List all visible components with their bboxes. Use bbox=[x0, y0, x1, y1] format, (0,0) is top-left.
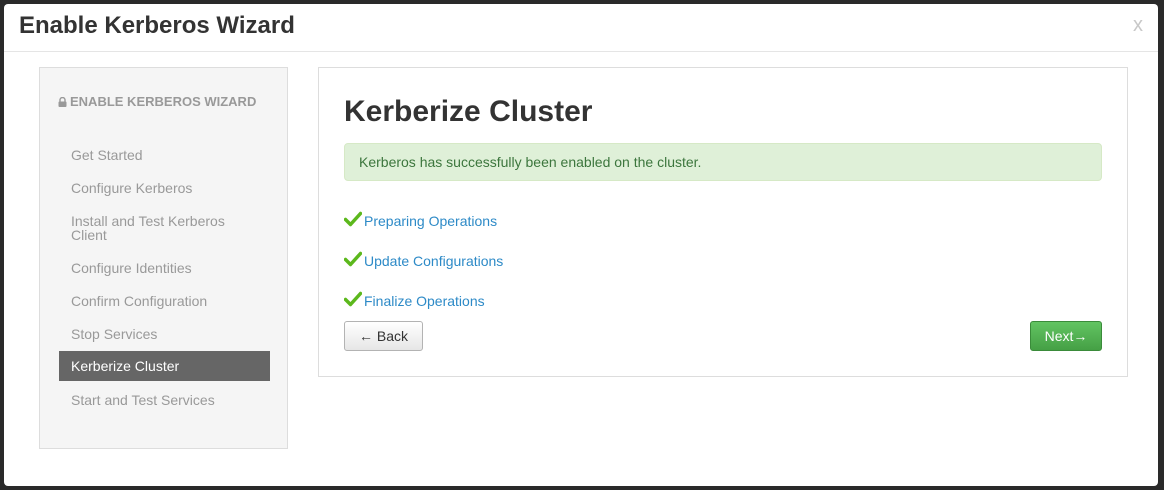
step-configure-kerberos[interactable]: Configure Kerberos bbox=[59, 181, 270, 195]
lock-icon bbox=[58, 97, 67, 107]
page-title: Kerberize Cluster bbox=[344, 95, 593, 128]
step-confirm-configuration[interactable]: Confirm Configuration bbox=[59, 294, 270, 308]
modal-title: Enable Kerberos Wizard bbox=[19, 12, 295, 39]
check-icon bbox=[344, 211, 362, 227]
operation-item: Finalize Operations bbox=[344, 291, 485, 311]
step-install-test-client[interactable]: Install and Test Kerberos Client bbox=[59, 214, 270, 242]
operation-item: Preparing Operations bbox=[344, 211, 497, 231]
sidebar-header: ENABLE KERBEROS WIZARD bbox=[58, 92, 258, 112]
close-button[interactable]: x bbox=[1133, 14, 1143, 37]
operation-item: Update Configurations bbox=[344, 251, 503, 271]
step-get-started[interactable]: Get Started bbox=[59, 148, 270, 162]
operation-link-preparing[interactable]: Preparing Operations bbox=[364, 213, 497, 229]
check-icon bbox=[344, 291, 362, 307]
wizard-modal: Enable Kerberos Wizard x ENABLE KERBEROS… bbox=[4, 4, 1158, 486]
operation-link-finalize[interactable]: Finalize Operations bbox=[364, 293, 485, 309]
check-icon bbox=[344, 251, 362, 267]
step-content: Kerberize Cluster Kerberos has successfu… bbox=[318, 67, 1128, 377]
success-alert: Kerberos has successfully been enabled o… bbox=[344, 143, 1102, 181]
wizard-sidebar: ENABLE KERBEROS WIZARD Get Started Confi… bbox=[39, 67, 288, 449]
operation-link-update[interactable]: Update Configurations bbox=[364, 253, 503, 269]
step-kerberize-cluster[interactable]: Kerberize Cluster bbox=[59, 351, 270, 381]
next-button[interactable]: Next→ bbox=[1030, 321, 1102, 351]
step-configure-identities[interactable]: Configure Identities bbox=[59, 261, 270, 275]
step-stop-services[interactable]: Stop Services bbox=[59, 327, 270, 341]
back-button[interactable]: ← Back bbox=[344, 321, 423, 351]
step-start-test-services[interactable]: Start and Test Services bbox=[59, 393, 270, 407]
sidebar-header-label: ENABLE KERBEROS WIZARD bbox=[70, 94, 257, 109]
modal-header: Enable Kerberos Wizard x bbox=[4, 4, 1158, 52]
